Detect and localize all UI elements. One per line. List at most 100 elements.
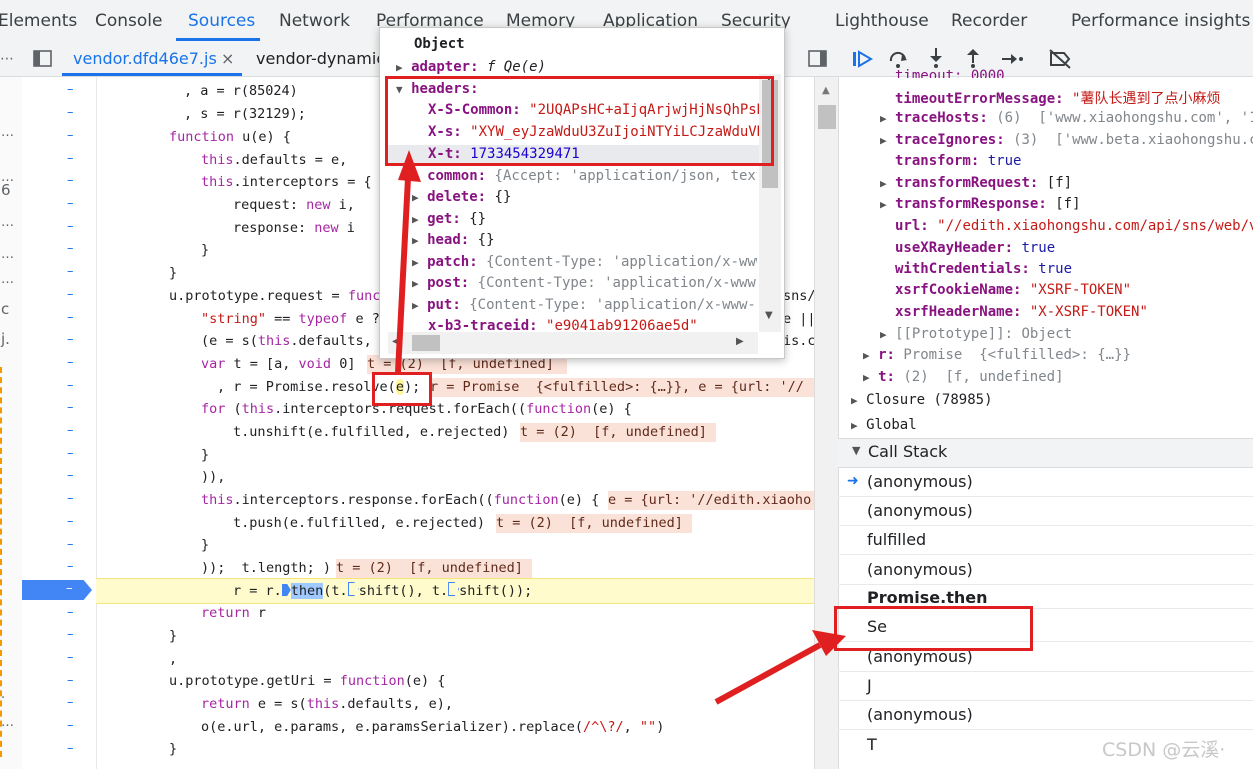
tab-sources[interactable]: Sources — [188, 11, 255, 31]
tab-elements[interactable]: Elements — [0, 11, 77, 31]
expand-triangle-icon[interactable]: ▶ — [880, 112, 887, 125]
line-marker[interactable]: – — [67, 741, 74, 756]
call-frame[interactable]: J — [838, 671, 1253, 701]
toggle-debugger-icon[interactable] — [808, 50, 828, 68]
popover-row[interactable]: ▶ get: {} — [412, 211, 486, 227]
step-into-icon[interactable] — [927, 47, 945, 69]
scroll-thumb[interactable] — [412, 335, 440, 351]
scope-row[interactable]: timeoutErrorMessage: "薯队长遇到了点小麻烦 — [895, 88, 1220, 108]
line-marker[interactable]: – — [67, 537, 74, 552]
step-icon[interactable] — [1000, 50, 1024, 68]
call-stack-header[interactable]: ▼ Call Stack — [838, 438, 1253, 468]
line-marker[interactable]: – — [67, 378, 74, 393]
line-marker[interactable]: – — [67, 128, 74, 143]
scope-row[interactable]: ▶ t: (2) [f, undefined] — [863, 369, 1064, 385]
toggle-navigator-icon[interactable] — [33, 50, 53, 68]
step-marker-icon[interactable] — [281, 584, 291, 596]
expand-triangle-icon[interactable]: ▶ — [412, 256, 419, 269]
expand-triangle-icon[interactable]: ▶ — [396, 61, 403, 74]
step-over-icon[interactable] — [888, 49, 910, 69]
expand-triangle-icon[interactable]: ▶ — [880, 328, 887, 341]
navigator-dots-icon[interactable]: ⋯ — [0, 51, 14, 67]
line-marker[interactable]: – — [67, 287, 74, 302]
line-marker[interactable]: – — [67, 219, 74, 234]
expand-triangle-icon[interactable]: ▶ — [851, 419, 858, 432]
expand-triangle-icon[interactable]: ▶ — [880, 177, 887, 190]
line-marker[interactable]: – — [67, 695, 74, 710]
expand-triangle-icon[interactable]: ▶ — [412, 170, 419, 183]
expand-triangle-icon[interactable]: ▶ — [412, 234, 419, 247]
scope-global[interactable]: ▶ Global — [851, 417, 917, 433]
popover-row[interactable]: x-b3-traceid: "e9041ab91206ae5d" — [428, 318, 758, 331]
expand-triangle-icon[interactable]: ▶ — [412, 277, 419, 290]
expand-triangle-icon[interactable]: ▶ — [880, 198, 887, 211]
line-marker[interactable]: – — [67, 673, 74, 688]
scroll-thumb[interactable] — [818, 105, 836, 129]
popover-row[interactable]: ▶ delete: {} — [412, 189, 511, 205]
scope-row[interactable]: ▶ traceIgnores: (3) ['www.beta.xiaohongs… — [880, 132, 1253, 148]
expand-triangle-icon[interactable]: ▶ — [412, 299, 419, 312]
code-scrollbar[interactable]: ▲ — [814, 77, 839, 769]
scroll-down-icon[interactable]: ▼ — [765, 310, 773, 321]
line-marker[interactable]: – — [67, 468, 74, 483]
tab-lighthouse[interactable]: Lighthouse — [835, 11, 929, 31]
file-tab-vendor[interactable]: vendor.dfd46e7.js — [73, 49, 217, 68]
scroll-right-icon[interactable]: ▶ — [736, 336, 744, 347]
scope-row[interactable]: ▶ r: Promise {<fulfilled>: {…}} — [863, 347, 1131, 363]
breakpoint-marker[interactable] — [22, 580, 92, 600]
scope-row[interactable]: ▶ traceHosts: (6) ['www.xiaohongshu.com'… — [880, 110, 1253, 126]
expand-triangle-icon[interactable]: ▶ — [863, 349, 870, 362]
line-marker[interactable]: – — [67, 718, 74, 733]
line-marker[interactable]: – — [67, 82, 74, 97]
file-tab-vendor-dynamic[interactable]: vendor-dynamic — [256, 49, 385, 68]
tab-recorder[interactable]: Recorder — [951, 11, 1027, 31]
expand-triangle-icon[interactable]: ▶ — [412, 213, 419, 226]
scope-row[interactable]: url: "//edith.xiaohongshu.com/api/sns/we… — [895, 218, 1253, 234]
line-marker[interactable]: – — [67, 559, 74, 574]
scope-row[interactable]: ▶ [[Prototype]]: Object — [880, 326, 1072, 342]
expand-triangle-icon[interactable]: ▶ — [412, 191, 419, 204]
line-marker[interactable]: – — [67, 264, 74, 279]
expand-triangle-icon[interactable]: ▶ — [851, 394, 858, 407]
popover-row[interactable]: ▶ patch: {Content-Type: 'application/x-w… — [412, 254, 757, 270]
popover-horizontal-scrollbar[interactable]: ◀ ▶ — [388, 332, 758, 354]
line-marker[interactable]: – — [67, 491, 74, 506]
expand-triangle-icon[interactable]: ▶ — [863, 371, 870, 384]
step-marker-icon[interactable] — [448, 582, 460, 596]
line-marker[interactable]: – — [67, 605, 74, 620]
collapse-triangle-icon[interactable]: ▼ — [852, 444, 860, 457]
line-marker[interactable]: – — [67, 310, 74, 325]
line-marker[interactable]: – — [67, 105, 74, 120]
call-frame[interactable]: fulfilled — [838, 525, 1253, 555]
line-marker[interactable]: – — [67, 355, 74, 370]
close-tab-icon[interactable]: × — [221, 49, 234, 68]
line-marker[interactable]: – — [67, 173, 74, 188]
line-marker[interactable]: – — [67, 423, 74, 438]
call-frame[interactable]: (anonymous) — [838, 496, 1253, 526]
popover-row[interactable]: ▶ head: {} — [412, 232, 495, 248]
scope-row[interactable]: withCredentials: true — [895, 261, 1072, 277]
step-marker-icon[interactable] — [347, 582, 359, 596]
deactivate-breakpoints-icon[interactable] — [1048, 49, 1072, 69]
tab-performance-insights[interactable]: Performance insights — [1071, 11, 1250, 31]
scope-row[interactable]: transform: true — [895, 153, 1021, 169]
tab-network[interactable]: Network — [279, 11, 350, 31]
line-marker[interactable]: – — [67, 650, 74, 665]
scroll-left-icon[interactable]: ◀ — [392, 336, 400, 347]
resume-icon[interactable] — [852, 50, 874, 68]
line-marker[interactable]: – — [67, 196, 74, 211]
scope-row[interactable]: ▶ transformRequest: [f] — [880, 175, 1072, 191]
scope-row[interactable]: ▶ transformResponse: [f] — [880, 196, 1081, 212]
popover-row[interactable]: ▶ post: {Content-Type: 'application/x-ww… — [412, 275, 757, 291]
tab-console[interactable]: Console — [95, 11, 163, 31]
scope-row[interactable]: xsrfHeaderName: "X-XSRF-TOKEN" — [895, 304, 1148, 320]
line-marker[interactable]: – — [67, 627, 74, 642]
popover-row[interactable]: ▶ put: {Content-Type: 'application/x-www… — [412, 297, 757, 313]
line-marker[interactable]: – — [67, 332, 74, 347]
call-frame[interactable]: ➜ (anonymous) — [838, 467, 1253, 497]
line-marker[interactable]: – — [67, 151, 74, 166]
line-marker[interactable]: – — [67, 241, 74, 256]
expand-triangle-icon[interactable]: ▶ — [880, 134, 887, 147]
scroll-up-icon[interactable]: ▲ — [822, 85, 830, 96]
scope-closure[interactable]: ▶ Closure (78985) — [851, 392, 993, 408]
